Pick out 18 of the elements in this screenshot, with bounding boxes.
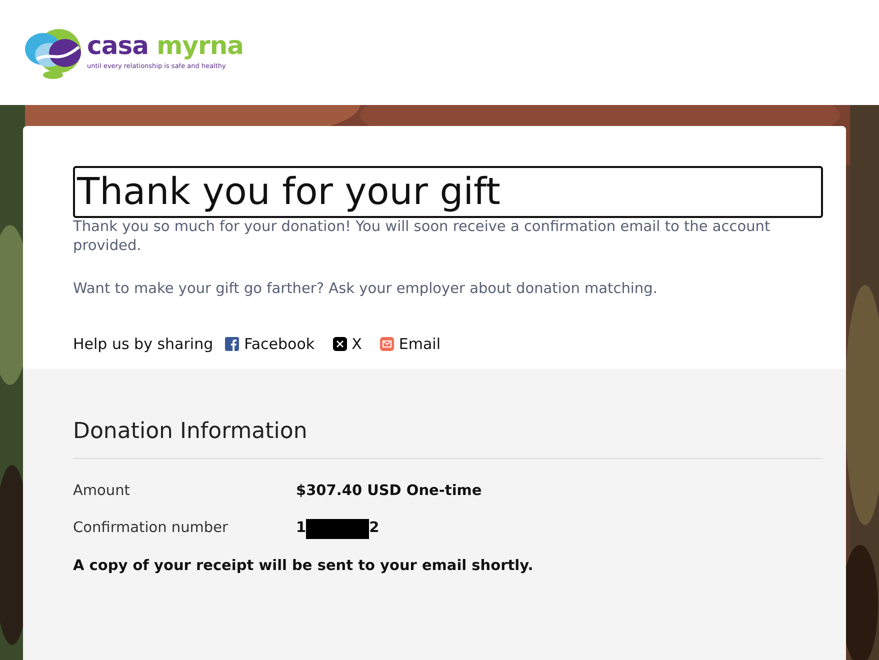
receipt-note: A copy of your receipt will be sent to your email shortly. <box>73 557 534 576</box>
matching-message: Want to make your gift go farther? Ask your employer about donation matching. <box>73 280 658 299</box>
logo-name: casa myrna <box>87 33 244 58</box>
facebook-icon <box>225 336 240 351</box>
section-heading: Donation Information <box>73 419 823 459</box>
page-title: Thank you for your gift <box>73 166 823 218</box>
share-label: Help us by sharing <box>73 334 214 355</box>
x-logo-icon <box>332 336 347 351</box>
field-label: Amount <box>73 482 131 501</box>
share-link[interactable]: Facebook <box>225 332 315 356</box>
field-value: $307.40 USD One-time <box>296 482 482 501</box>
field-value: 2 <box>369 519 380 538</box>
field-label: Confirmation number <box>73 519 230 538</box>
share-link[interactable]: X <box>332 332 362 356</box>
thank-you-message: Thank you so much for your donation! You will soon receive a confirmation email to the account provided. <box>73 218 772 256</box>
field-value: 1 <box>296 519 306 538</box>
share-link[interactable]: Email <box>380 332 440 356</box>
envelope-icon <box>380 336 394 351</box>
